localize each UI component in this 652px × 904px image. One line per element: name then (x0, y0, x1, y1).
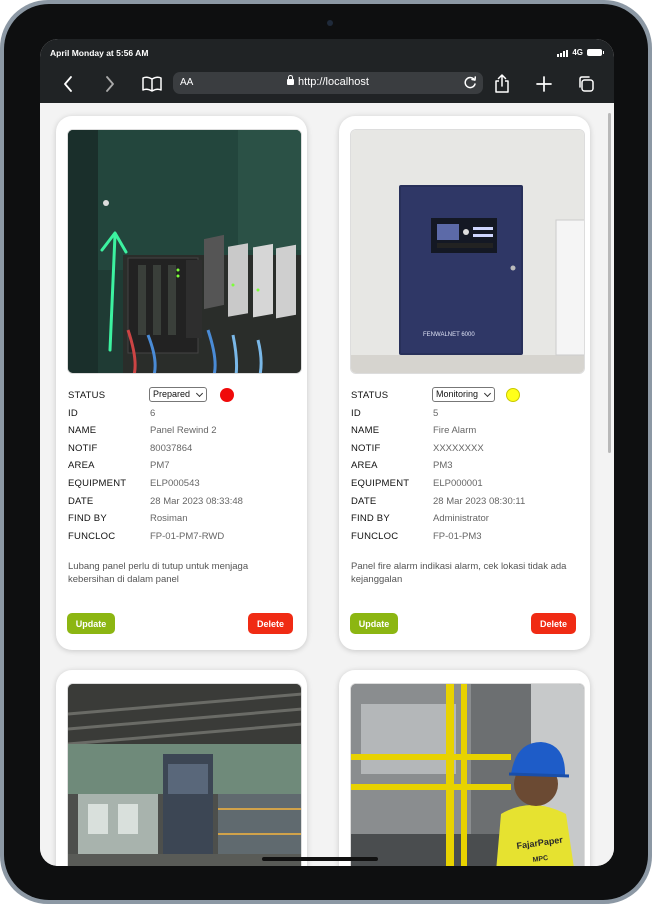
field-status: STATUS Prepared (68, 387, 298, 408)
field-funcloc: FUNCLOC FP-01-PM7-RWD (68, 531, 298, 549)
field-area: AREA PM7 (68, 460, 298, 478)
lock-icon (287, 75, 295, 85)
field-value: 28 Mar 2023 08:33:48 (150, 495, 243, 507)
status-indicators: 4G (557, 48, 604, 57)
field-label: EQUIPMENT (68, 477, 127, 489)
delete-button[interactable]: Delete (248, 613, 293, 634)
field-label: FIND BY (351, 513, 390, 525)
field-notif: NOTIF 80037864 (68, 443, 298, 461)
home-indicator[interactable] (262, 857, 378, 861)
update-button[interactable]: Update (350, 613, 398, 634)
url-display: http://localhost (173, 75, 483, 88)
field-funcloc: FUNCLOC FP-01-PM3 (351, 531, 581, 549)
battery-icon (587, 49, 604, 56)
report-description: Panel fire alarm indikasi alarm, cek lok… (351, 561, 567, 585)
field-notif: NOTIF XXXXXXXX (351, 443, 581, 461)
report-card: FENWALNET 6000 STATUS Monitoring ID 5 NAM… (339, 116, 590, 650)
field-value: 80037864 (150, 442, 193, 454)
status-time: April Monday at 5:56 AM (50, 48, 149, 58)
report-fields: STATUS Prepared ID 6 NAME Panel Rewind 2 N… (68, 387, 298, 549)
status-indicator-dot (506, 388, 520, 402)
field-find-by: FIND BY Rosiman (68, 513, 298, 531)
field-label: AREA (68, 460, 95, 472)
field-id: ID 6 (68, 408, 298, 426)
field-value: XXXXXXXX (433, 442, 484, 454)
address-bar[interactable]: AA http://localhost (173, 72, 483, 94)
report-photo[interactable] (67, 683, 302, 866)
field-label: FUNCLOC (351, 530, 399, 542)
status-select[interactable]: Prepared (149, 387, 208, 402)
field-value: 28 Mar 2023 08:30:11 (433, 495, 526, 507)
front-camera (327, 20, 333, 26)
delete-button[interactable]: Delete (531, 613, 576, 634)
field-equipment: EQUIPMENT ELP000001 (351, 478, 581, 496)
field-label: NAME (68, 425, 97, 437)
report-card (56, 670, 307, 866)
field-value: PM3 (433, 460, 453, 472)
field-value: PM7 (150, 460, 170, 472)
report-card: STATUS Prepared ID 6 NAME Panel Rewind 2 N… (56, 116, 307, 650)
update-button[interactable]: Update (67, 613, 115, 634)
field-label: AREA (351, 460, 378, 472)
field-date: DATE 28 Mar 2023 08:33:48 (68, 496, 298, 514)
field-value: Administrator (433, 513, 489, 525)
field-label: ID (68, 407, 78, 419)
field-value: FP-01-PM3 (433, 530, 482, 542)
status-indicator-dot (220, 388, 234, 402)
field-value: FP-01-PM7-RWD (150, 530, 225, 542)
field-label: NOTIF (351, 442, 381, 454)
field-value: 6 (150, 407, 156, 419)
field-label: FUNCLOC (68, 530, 116, 542)
field-label: STATUS (68, 390, 106, 401)
field-name: NAME Fire Alarm (351, 425, 581, 443)
status-select[interactable]: Monitoring (432, 387, 496, 402)
field-label: EQUIPMENT (351, 477, 410, 489)
forward-icon[interactable] (98, 73, 122, 95)
field-value: 5 (433, 407, 439, 419)
field-value: Fire Alarm (433, 425, 477, 437)
report-photo[interactable]: FajarPaper MPC (350, 683, 585, 866)
field-status: STATUS Monitoring (351, 387, 581, 408)
page-content[interactable]: STATUS Prepared ID 6 NAME Panel Rewind 2 N… (40, 103, 614, 866)
status-bar: April Monday at 5:56 AM 4G (40, 39, 614, 65)
panel-brand-label: FENWALNET 6000 (423, 332, 475, 338)
field-value: Rosiman (150, 513, 188, 525)
bookmarks-icon[interactable] (140, 73, 164, 95)
screen: April Monday at 5:56 AM 4G AA http://loc… (40, 39, 614, 866)
field-id: ID 5 (351, 408, 581, 426)
browser-toolbar: AA http://localhost (40, 65, 614, 103)
field-label: DATE (68, 495, 94, 507)
signal-icon (557, 49, 569, 57)
field-value: ELP000001 (433, 477, 483, 489)
field-value: Panel Rewind 2 (150, 425, 217, 437)
report-card: FajarPaper MPC (339, 670, 590, 866)
report-description: Lubang panel perlu di tutup untuk menjag… (68, 561, 249, 585)
field-area: AREA PM3 (351, 460, 581, 478)
field-value: ELP000543 (150, 477, 200, 489)
field-label: FIND BY (68, 513, 107, 525)
field-label: NOTIF (68, 442, 98, 454)
report-photo[interactable]: FENWALNET 6000 (350, 129, 585, 374)
network-type: 4G (572, 48, 583, 57)
field-label: DATE (351, 495, 377, 507)
new-tab-icon[interactable] (532, 73, 556, 95)
back-icon[interactable] (56, 73, 80, 95)
field-label: STATUS (351, 390, 389, 401)
share-icon[interactable] (490, 73, 514, 95)
field-date: DATE 28 Mar 2023 08:30:11 (351, 496, 581, 514)
field-equipment: EQUIPMENT ELP000543 (68, 478, 298, 496)
tabs-overview-icon[interactable] (574, 73, 598, 95)
reload-icon[interactable] (463, 75, 477, 95)
field-name: NAME Panel Rewind 2 (68, 425, 298, 443)
report-photo[interactable] (67, 129, 302, 374)
url-text: http://localhost (298, 76, 369, 88)
report-fields: STATUS Monitoring ID 5 NAME Fire Alarm NOT… (351, 387, 581, 549)
field-find-by: FIND BY Administrator (351, 513, 581, 531)
field-label: NAME (351, 425, 380, 437)
field-label: ID (351, 407, 361, 419)
page-scrollbar[interactable] (608, 113, 611, 453)
